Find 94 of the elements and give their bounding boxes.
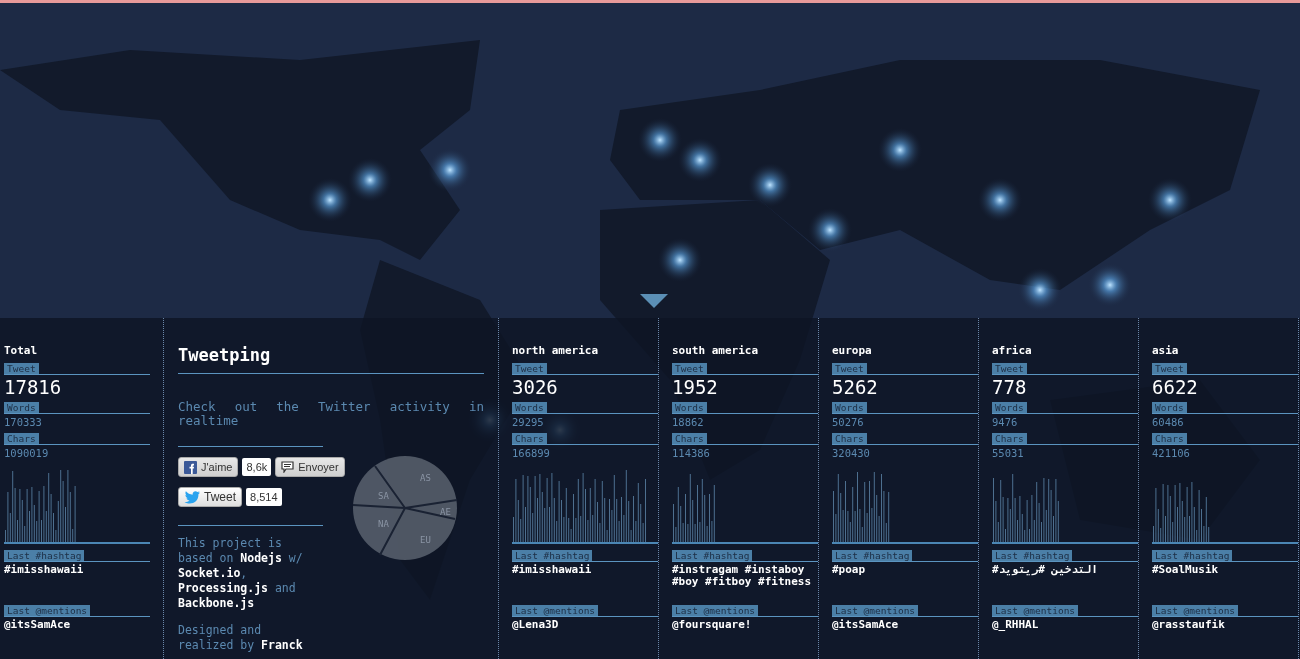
column-title: Total xyxy=(4,344,39,359)
word-count: 170333 xyxy=(4,415,43,429)
stat-label: Tweet xyxy=(832,363,867,374)
stat-label: Tweet xyxy=(4,363,39,374)
pie-label: AS xyxy=(420,473,431,483)
tweet-share-count: 8,514 xyxy=(246,488,282,506)
stat-label: Words xyxy=(512,402,547,413)
facebook-icon xyxy=(184,460,197,474)
city-glow xyxy=(678,138,722,182)
hashtag-text: #SoalMusik xyxy=(1152,562,1220,578)
stat-label: Chars xyxy=(832,433,867,444)
stat-label: Last #hashtag xyxy=(512,550,593,561)
city-glow xyxy=(978,178,1022,222)
word-count: 50276 xyxy=(832,415,865,429)
char-count: 166899 xyxy=(512,446,551,460)
word-count: 60486 xyxy=(1152,415,1185,429)
stat-label: Words xyxy=(1152,402,1187,413)
bird-icon xyxy=(184,490,200,504)
char-count: 421106 xyxy=(1152,446,1191,460)
hashtag-text: #instragam #instaboy #boy #fitboy #fitness xyxy=(672,562,813,590)
stat-label: Tweet xyxy=(512,363,547,374)
mention-text: @foursquare! xyxy=(672,617,753,633)
word-count: 18862 xyxy=(672,415,705,429)
stat-label: Chars xyxy=(4,433,39,444)
stat-label: Words xyxy=(992,402,1027,413)
stat-label: Words xyxy=(672,402,707,413)
char-count: 114386 xyxy=(672,446,711,460)
hashtag-text: #imisshawaii xyxy=(512,562,593,578)
stat-label: Chars xyxy=(512,433,547,444)
word-count: 9476 xyxy=(992,415,1019,429)
city-glow xyxy=(308,178,352,222)
char-count: 1090019 xyxy=(4,446,50,460)
stat-label: Last #hashtag xyxy=(832,550,913,561)
stat-label: Last #hashtag xyxy=(672,550,753,561)
hashtag-text: #التدخين #ريتويد xyxy=(992,562,1099,578)
pie-label: EU xyxy=(420,535,431,545)
mention-text: @rasstaufik xyxy=(1152,617,1226,633)
char-count: 55031 xyxy=(992,446,1025,460)
tweet-count: 17816 xyxy=(4,375,63,398)
column-title: north america xyxy=(512,344,600,359)
mention-text: @itsSamAce xyxy=(4,617,72,633)
city-glow xyxy=(638,118,682,162)
mention-text: @Lena3D xyxy=(512,617,560,633)
city-glow xyxy=(808,208,852,252)
stat-label: Last #hashtag xyxy=(992,550,1073,561)
column-title: africa xyxy=(992,344,1033,359)
column-title: asia xyxy=(1152,344,1180,359)
tweet-button[interactable]: Tweet xyxy=(178,487,242,507)
speech-bubble-icon xyxy=(281,461,295,473)
tagline-text: Check out the Twitter activity in realtime xyxy=(178,400,484,428)
stat-label: Last @mentions xyxy=(992,605,1079,616)
stat-label: Words xyxy=(4,402,39,413)
char-count: 320430 xyxy=(832,446,871,460)
stat-label: Chars xyxy=(992,433,1027,444)
hashtag-text: #imisshawaii xyxy=(4,562,85,578)
send-button[interactable]: Envoyer xyxy=(275,457,345,477)
stat-label: Last @mentions xyxy=(832,605,919,616)
stat-label: Last #hashtag xyxy=(4,550,85,561)
tweet-count: 778 xyxy=(992,375,1028,398)
stat-label: Last @mentions xyxy=(512,605,599,616)
stat-label: Last @mentions xyxy=(4,605,91,616)
stat-label: Chars xyxy=(1152,433,1187,444)
tweet-count: 1952 xyxy=(672,375,719,398)
stat-label: Last @mentions xyxy=(1152,605,1239,616)
tweet-count: 3026 xyxy=(512,375,559,398)
designer-text: Designed and realized by Franck xyxy=(178,623,304,653)
stat-label: Tweet xyxy=(1152,363,1187,374)
city-glow xyxy=(1148,178,1192,222)
pie-label: NA xyxy=(378,519,389,529)
pie-label: AE xyxy=(440,507,451,517)
mention-text: @_RHHAL xyxy=(992,617,1040,633)
stat-label: Tweet xyxy=(992,363,1027,374)
app-title: Tweetping xyxy=(178,344,272,367)
credits-text: This project is based on Nodejs w/ Socket.io, Processing.js and Backbone.js xyxy=(178,536,304,611)
city-glow xyxy=(658,238,702,282)
column-title: south america xyxy=(672,344,760,359)
city-glow xyxy=(748,163,792,207)
stat-label: Tweet xyxy=(672,363,707,374)
down-arrow-icon[interactable] xyxy=(640,294,668,308)
city-glow xyxy=(348,158,392,202)
mention-text: @itsSamAce xyxy=(832,617,900,633)
like-count: 8,6k xyxy=(242,458,272,476)
column-title: europa xyxy=(832,344,873,359)
pie-label: SA xyxy=(378,491,389,501)
facebook-like-button[interactable]: J'aime xyxy=(178,457,239,477)
city-glow xyxy=(878,128,922,172)
stat-label: Last @mentions xyxy=(672,605,759,616)
tweet-count: 6622 xyxy=(1152,375,1199,398)
hashtag-text: #poap xyxy=(832,562,867,578)
tweet-count: 5262 xyxy=(832,375,879,398)
stat-label: Chars xyxy=(672,433,707,444)
word-count: 29295 xyxy=(512,415,545,429)
stat-label: Last #hashtag xyxy=(1152,550,1233,561)
stat-label: Words xyxy=(832,402,867,413)
